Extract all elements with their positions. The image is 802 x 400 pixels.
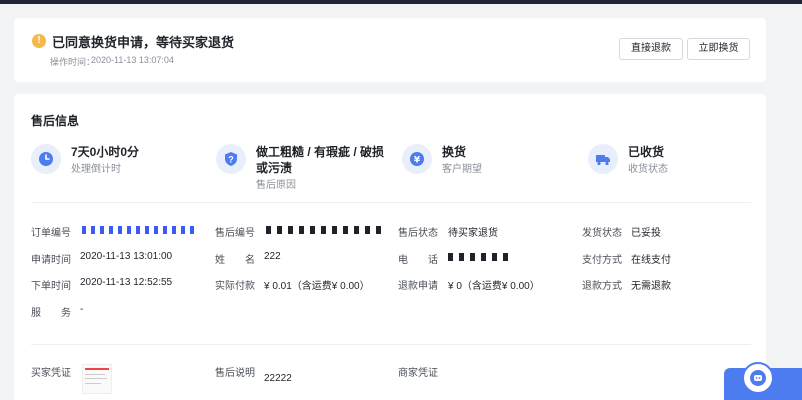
pay-method-value: 在线支付 [631, 255, 671, 266]
after-sale-desc-label: 售后说明 [215, 368, 255, 379]
divider [31, 344, 751, 345]
buyer-voucher-label: 买家凭证 [31, 368, 71, 379]
customer-service-avatar-icon[interactable] [742, 362, 774, 394]
status-card: ! 已同意换货申请，等待买家退货 操作时间： 2020-11-13 13:07:… [14, 18, 766, 82]
expectation-label: 客户期望 [442, 164, 482, 175]
exchange-now-button[interactable]: 立即换货 [687, 38, 750, 60]
refund-apply-label: 退款申请 [398, 281, 438, 292]
refund-method-value: 无需退款 [631, 281, 671, 292]
service-label: 服 务 [31, 308, 71, 319]
receipt-label: 收货状态 [628, 164, 668, 175]
question-shield-icon: ? [216, 144, 246, 174]
phone-label: 电 话 [398, 255, 438, 266]
receipt-value: 已收货 [628, 145, 665, 159]
service-value: - [80, 304, 84, 315]
order-time-label: 下单时间 [31, 281, 71, 292]
apply-time-value: 2020-11-13 13:01:00 [80, 251, 173, 262]
ship-status-label: 发货状态 [582, 228, 622, 239]
svg-text:¥: ¥ [414, 156, 421, 166]
refund-method-label: 退款方式 [582, 281, 622, 292]
countdown-label: 处理倒计时 [71, 164, 121, 175]
clock-icon [31, 144, 61, 174]
pay-method-label: 支付方式 [582, 255, 622, 266]
after-sale-status-label: 售后状态 [398, 228, 438, 239]
order-no-label: 订单编号 [31, 228, 71, 239]
order-time-value: 2020-11-13 12:52:55 [80, 277, 173, 288]
reason-value-line2: 或污渍 [256, 161, 293, 175]
top-bar [0, 0, 802, 4]
buyer-voucher-image[interactable] [82, 364, 112, 394]
direct-refund-button[interactable]: 直接退款 [619, 38, 683, 60]
after-sale-status-value: 待买家退货 [448, 228, 498, 239]
refund-apply-value: ¥ 0（含运费¥ 0.00） [448, 281, 540, 292]
after-sale-desc-value: 22222 [264, 373, 292, 384]
after-sale-no-masked [266, 226, 381, 234]
truck-icon [588, 144, 618, 174]
reason-label: 售后原因 [256, 180, 296, 191]
ship-status-value: 已妥投 [631, 228, 661, 239]
after-sale-no-label: 售后编号 [215, 228, 255, 239]
phone-masked [448, 253, 513, 261]
warning-icon: ! [32, 34, 46, 48]
actual-paid-value: ¥ 0.01（含运费¥ 0.00） [264, 281, 370, 292]
svg-text:?: ? [228, 155, 234, 165]
section-title: 售后信息 [31, 114, 80, 128]
reason-value-line1: 做工粗糙 / 有瑕疵 / 破损 [256, 145, 385, 159]
name-value: 222 [264, 251, 281, 262]
after-sale-info-card: 售后信息 7天0小时0分 处理倒计时 ? 做工粗糙 / 有瑕疵 / 破损 或污渍… [14, 94, 766, 400]
apply-time-label: 申请时间 [31, 255, 71, 266]
operation-time-value: 2020-11-13 13:07:04 [91, 55, 174, 65]
divider [31, 202, 751, 203]
yen-exchange-icon: ¥ [402, 144, 432, 174]
merchant-voucher-label: 商家凭证 [398, 368, 438, 379]
status-title: 已同意换货申请，等待买家退货 [52, 35, 235, 50]
actual-paid-label: 实际付款 [215, 281, 255, 292]
order-no-masked [82, 226, 197, 234]
operation-time-label: 操作时间： [50, 57, 96, 67]
name-label: 姓 名 [215, 255, 255, 266]
expectation-value: 换货 [442, 145, 467, 159]
countdown-value: 7天0小时0分 [71, 145, 140, 159]
